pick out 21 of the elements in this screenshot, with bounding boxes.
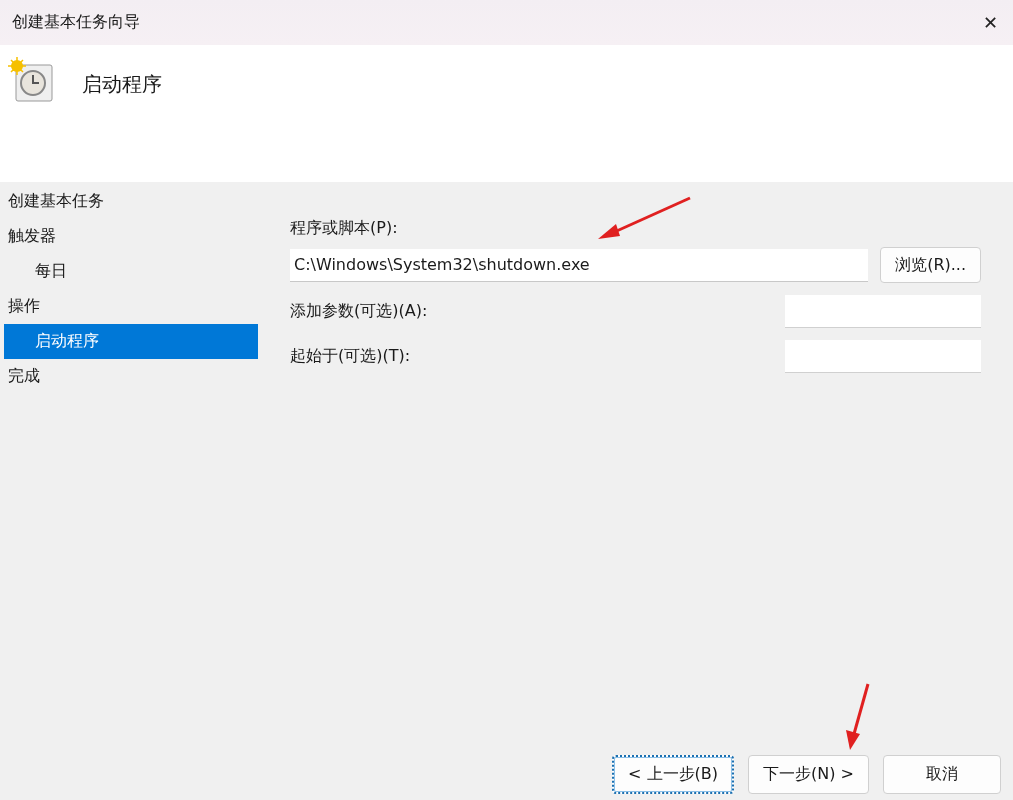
- step-item[interactable]: 操作: [0, 289, 258, 324]
- browse-button[interactable]: 浏览(R)...: [880, 247, 981, 283]
- arguments-field[interactable]: [785, 295, 981, 328]
- arguments-label: 添加参数(可选)(A):: [290, 301, 428, 322]
- step-item[interactable]: 完成: [0, 359, 258, 394]
- program-label: 程序或脚本(P):: [290, 218, 399, 239]
- close-button[interactable]: ✕: [967, 0, 1013, 45]
- wizard-button[interactable]: 取消: [883, 755, 1001, 794]
- step-item[interactable]: 创建基本任务: [0, 184, 258, 219]
- clock-icon: [8, 57, 56, 105]
- start-in-field[interactable]: [785, 340, 981, 373]
- step-item[interactable]: 触发器: [0, 219, 258, 254]
- start-in-label: 起始于(可选)(T):: [290, 346, 411, 367]
- arrow-annotation: [846, 683, 870, 750]
- page-heading: 启动程序: [82, 71, 162, 98]
- step-item[interactable]: 启动程序: [4, 324, 258, 359]
- program-field[interactable]: C:\Windows\System32\shutdown.exe: [290, 248, 869, 282]
- window-title: 创建基本任务向导: [12, 12, 140, 33]
- step-item[interactable]: 每日: [4, 254, 258, 289]
- wizard-button[interactable]: 下一步(N) >: [748, 755, 869, 794]
- wizard-button[interactable]: < 上一步(B): [612, 755, 735, 794]
